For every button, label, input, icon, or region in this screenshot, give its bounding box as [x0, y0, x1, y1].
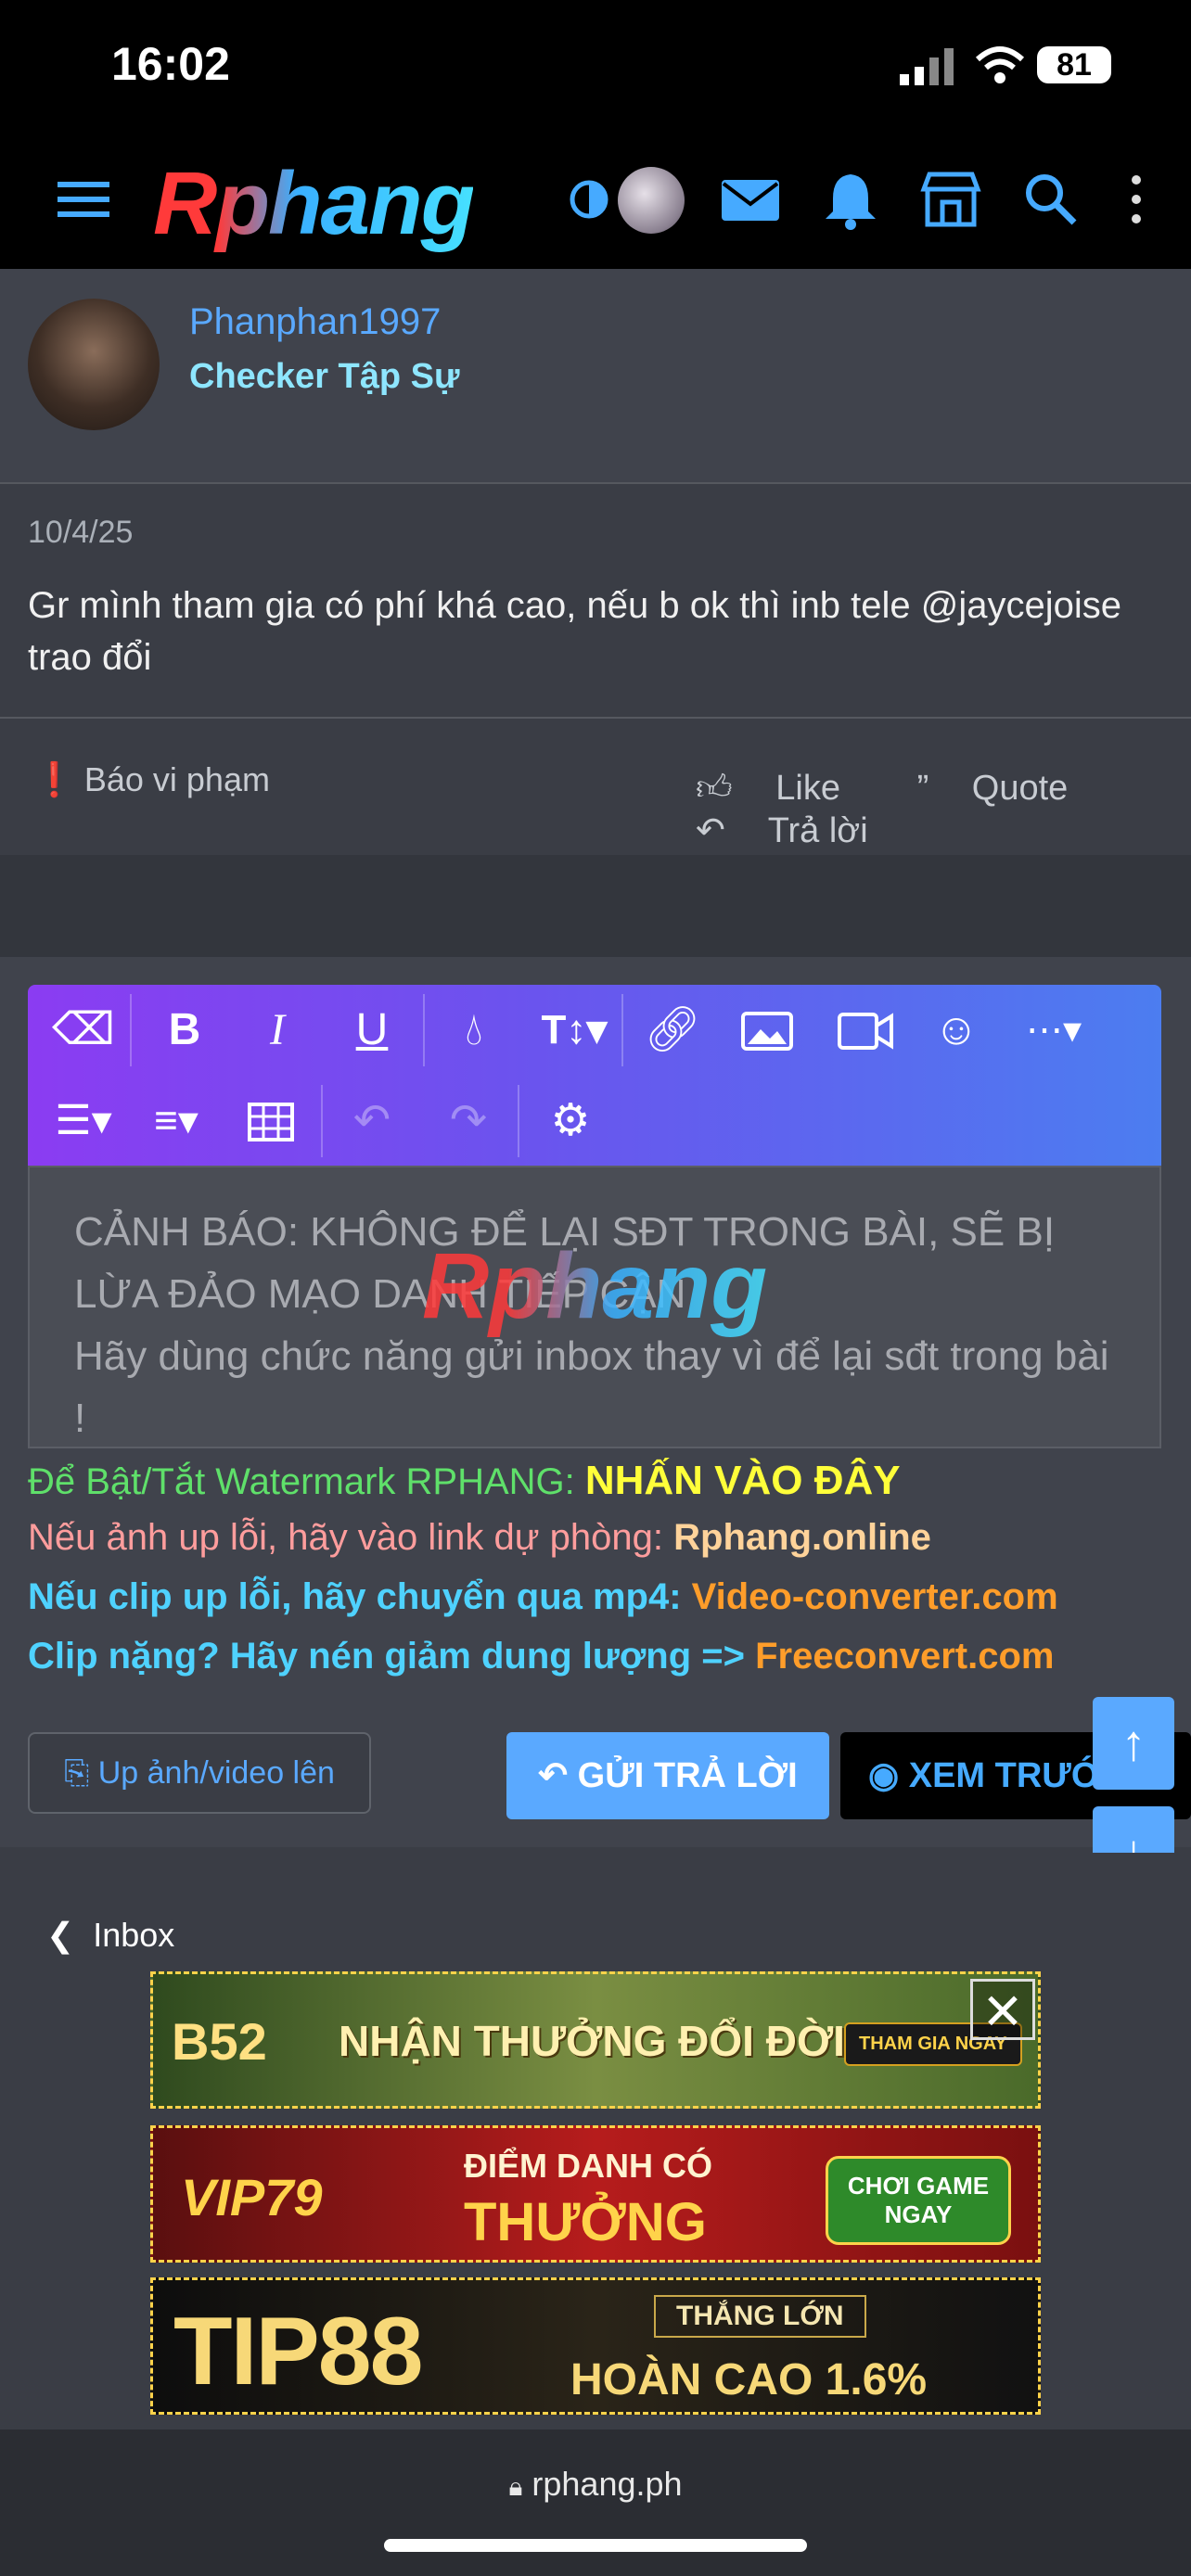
reply-icon: ↶ — [696, 811, 725, 850]
undo-icon[interactable]: ↶ — [343, 1092, 401, 1150]
compress-link[interactable]: Freeconvert.com — [755, 1636, 1054, 1677]
address-bar[interactable]: 🔒︎ rphang.ph — [0, 2465, 1191, 2504]
eraser-icon[interactable]: ⌫ — [52, 1001, 115, 1059]
watermark-logo: Rphang — [422, 1234, 768, 1338]
chevron-left-icon: ❮ — [46, 1916, 75, 1954]
align-icon[interactable]: ☰▾ — [46, 1092, 121, 1150]
report-label: Báo vi phạm — [83, 760, 270, 798]
gear-icon[interactable]: ⚙ — [542, 1092, 599, 1150]
breadcrumb-inbox[interactable]: ❮ Inbox — [46, 1916, 174, 1955]
ad-text: THƯỞNG — [464, 2192, 707, 2252]
note-watermark: Để Bật/Tắt Watermark RPHANG: NHẤN VÀO ĐÂ… — [28, 1458, 901, 1504]
link-icon[interactable]: 🔗︎ — [644, 1001, 701, 1059]
video-icon[interactable] — [837, 1011, 894, 1052]
underline-button[interactable]: U — [343, 1001, 401, 1059]
lock-icon: 🔒︎ — [508, 2472, 523, 2501]
upload-media-button[interactable]: ⎘ Up ảnh/video lên — [28, 1732, 371, 1814]
ad-banner-b52[interactable]: B52 NHẬN THƯỞNG ĐỔI ĐỜI THAM GIA NGAY — [150, 1971, 1041, 2109]
ad-text: ĐIỂM DANH CÓ — [464, 2147, 712, 2185]
ad-banner-vip79[interactable]: VIP79 ĐIỂM DANH CÓ THƯỞNG CHƠI GAME NGAY — [150, 2125, 1041, 2263]
site-logo[interactable]: Rphang — [153, 153, 475, 255]
submit-reply-button[interactable]: ↶ GỬI TRẢ LỜI — [506, 1732, 829, 1819]
post-body: Gr mình tham gia có phí khá cao, nếu b o… — [28, 585, 1122, 678]
alert-icon: ❗ — [33, 760, 75, 798]
note-text: Nếu ảnh up lỗi, hãy vào link dự phòng: — [28, 1517, 674, 1558]
status-time: 16:02 — [111, 38, 230, 90]
more-options-icon[interactable]: ⋯▾ — [1017, 1001, 1091, 1059]
thumbs-up-icon: 👍︎ — [696, 769, 733, 808]
ad-brand: VIP79 — [181, 2168, 323, 2226]
toolbar-divider — [423, 994, 425, 1066]
ad-text: HOÀN CAO 1.6% — [570, 2355, 928, 2404]
table-icon[interactable] — [247, 1102, 295, 1142]
reply-arrow-icon: ↶ — [538, 1756, 569, 1795]
bold-button[interactable]: B — [156, 1001, 213, 1059]
font-size-icon[interactable]: T↕▾ — [532, 1001, 616, 1059]
submit-label: GỬI TRẢ LỜI — [577, 1756, 798, 1795]
post-actions: 👍︎ Like ” Quote ↶ Trả lời — [696, 768, 1191, 851]
user-title: Checker Tập Sự — [189, 357, 460, 396]
section-gap — [0, 855, 1191, 957]
post-username[interactable]: Phanphan1997 — [189, 301, 441, 343]
paperclip-icon: ⎘ — [64, 1755, 90, 1791]
search-icon[interactable] — [1018, 167, 1083, 232]
note-text: Để Bật/Tắt Watermark RPHANG: — [28, 1461, 585, 1502]
arrow-up-icon: ↑ — [1121, 1715, 1146, 1771]
store-icon[interactable] — [918, 167, 983, 232]
note-text: Clip nặng? Hãy nén giảm dung lượng => — [28, 1636, 756, 1677]
backup-link[interactable]: Rphang.online — [673, 1517, 931, 1558]
quote-icon: ” — [916, 769, 929, 808]
battery-indicator: 81 — [1037, 46, 1111, 83]
italic-button[interactable]: I — [249, 1001, 306, 1059]
reply-label: Trả lời — [767, 811, 868, 850]
color-drop-icon[interactable]: 💧︎ — [445, 1001, 503, 1059]
list-icon[interactable]: ≡▾ — [139, 1092, 213, 1150]
close-icon[interactable]: ✕ — [970, 1979, 1035, 2040]
user-avatar[interactable] — [28, 299, 160, 430]
note-text: Nếu clip up lỗi, hãy chuyển qua mp4: — [28, 1576, 692, 1617]
scroll-top-button[interactable]: ↑ — [1093, 1697, 1174, 1790]
placeholder-hint: Hãy dùng chức năng gửi inbox thay vì để … — [74, 1333, 1109, 1441]
reply-button[interactable]: ↶ Trả lời — [696, 811, 902, 850]
breadcrumb-label: Inbox — [93, 1916, 175, 1954]
quote-label: Quote — [971, 769, 1069, 808]
post-user-block — [0, 269, 1191, 484]
eye-icon: ◉ — [868, 1756, 900, 1795]
avatar[interactable] — [618, 167, 685, 234]
signal-icon — [900, 48, 954, 85]
ad-brand: B52 — [172, 2012, 267, 2071]
url-text: rphang.ph — [531, 2465, 683, 2503]
converter-link[interactable]: Video-converter.com — [692, 1576, 1058, 1617]
toolbar-divider — [518, 1085, 519, 1157]
home-indicator[interactable] — [384, 2539, 807, 2552]
quote-button[interactable]: ” Quote — [917, 769, 1102, 808]
post-date[interactable]: 10/4/25 — [28, 515, 133, 551]
ad-cta: CHƠI GAME NGAY — [826, 2156, 1011, 2245]
watermark-toggle-link[interactable]: NHẤN VÀO ĐÂY — [585, 1458, 901, 1503]
theme-toggle-icon[interactable] — [557, 167, 621, 232]
divider — [0, 717, 1191, 719]
toolbar-divider — [321, 1085, 323, 1157]
like-button[interactable]: 👍︎ Like — [696, 769, 874, 808]
like-label: Like — [775, 769, 840, 808]
upload-label: Up ảnh/video lên — [97, 1755, 335, 1791]
ad-banner-tip88[interactable]: TIP88 THẮNG LỚN HOÀN CAO 1.6% — [150, 2277, 1041, 2415]
ad-text: THẮNG LỚN — [654, 2295, 866, 2338]
toolbar-divider — [621, 994, 623, 1066]
toolbar-divider — [130, 994, 132, 1066]
redo-icon[interactable]: ↷ — [440, 1092, 497, 1150]
more-vertical-icon[interactable] — [1104, 167, 1169, 232]
ad-brand: TIP88 — [173, 2298, 423, 2405]
note-image-backup: Nếu ảnh up lỗi, hãy vào link dự phòng: R… — [28, 1517, 931, 1559]
note-clip-convert: Nếu clip up lỗi, hãy chuyển qua mp4: Vid… — [28, 1576, 1058, 1618]
bell-icon[interactable] — [818, 167, 883, 232]
mail-icon[interactable] — [718, 167, 783, 232]
ad-text: NHẬN THƯỞNG ĐỔI ĐỜI — [339, 2017, 845, 2065]
wifi-icon — [975, 46, 1025, 83]
image-icon[interactable] — [740, 1011, 794, 1052]
note-compress: Clip nặng? Hãy nén giảm dung lượng => Fr… — [28, 1636, 1054, 1677]
report-link[interactable]: ❗ Báo vi phạm — [33, 760, 270, 799]
emoji-icon[interactable]: ☺ — [928, 1001, 985, 1059]
menu-icon[interactable] — [52, 167, 117, 232]
